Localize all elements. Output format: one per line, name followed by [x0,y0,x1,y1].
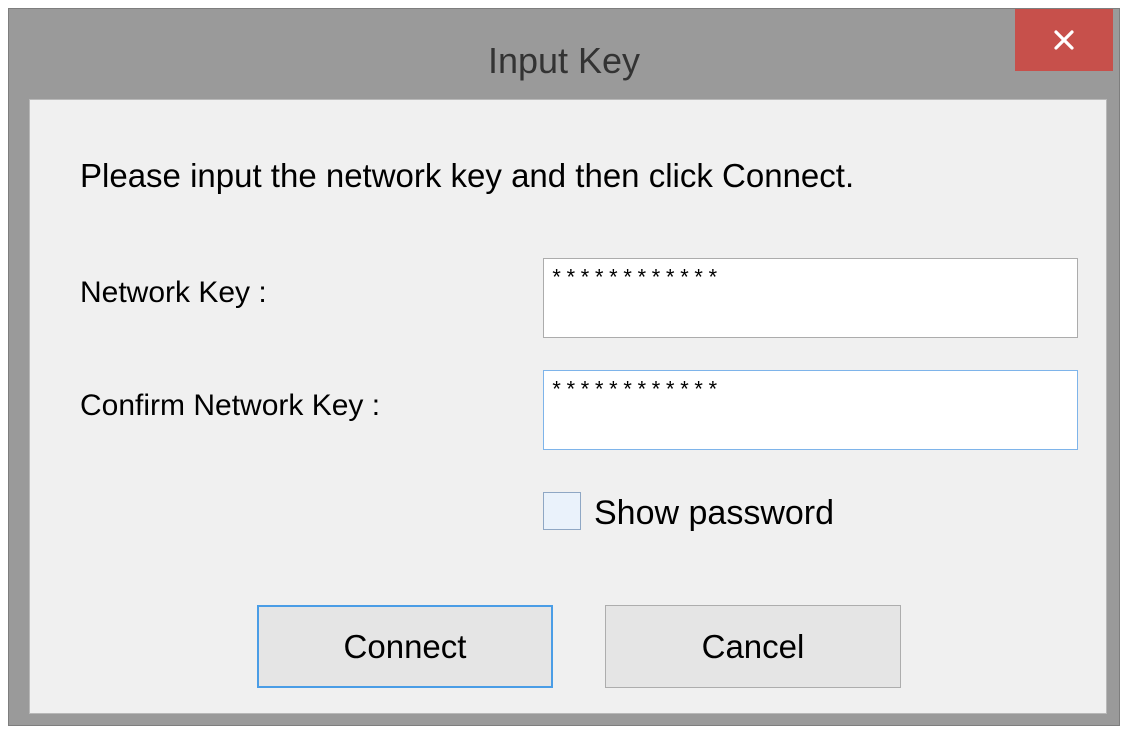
confirm-network-key-field[interactable]: ************ [543,370,1078,450]
connect-button[interactable]: Connect [257,605,553,688]
close-icon [1054,30,1074,50]
input-key-dialog: Input Key Please input the network key a… [8,8,1120,726]
background-top [0,0,1121,8]
confirm-network-key-label: Confirm Network Key : [80,389,381,422]
cancel-button[interactable]: Cancel [605,605,901,688]
network-key-label: Network Key : [80,276,267,309]
show-password-checkbox[interactable] [543,492,581,530]
network-key-field[interactable]: ************ [543,258,1078,338]
window-title: Input Key [487,40,641,81]
dialog-client-area: Please input the network key and then cl… [29,99,1107,714]
instruction-text: Please input the network key and then cl… [80,157,855,194]
show-password-label[interactable]: Show password [594,493,834,533]
close-button[interactable] [1015,9,1113,71]
background-bottom [0,726,1121,742]
